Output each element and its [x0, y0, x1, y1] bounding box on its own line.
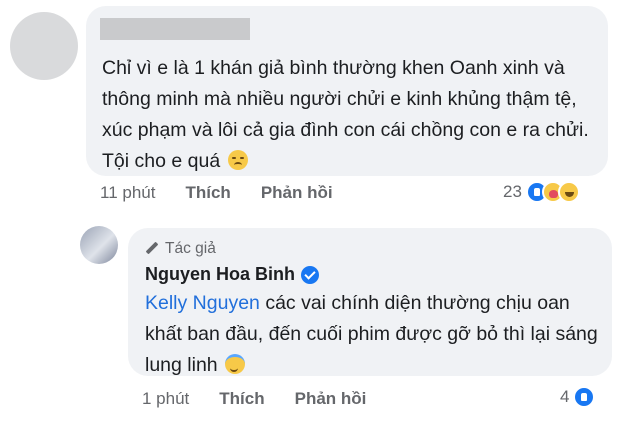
reply-text: Kelly Nguyen các vai chính diện thường c… — [145, 288, 607, 381]
author-badge-label: Tác giả — [165, 240, 216, 257]
author-badge: Tác giả — [145, 240, 216, 258]
author-avatar[interactable] — [80, 226, 118, 264]
comment-reactions[interactable]: 23 — [503, 181, 580, 203]
reply-author-link[interactable]: Nguyen Hoa Binh — [145, 264, 295, 285]
redacted-author-name — [100, 18, 250, 40]
commenter-avatar[interactable] — [10, 12, 78, 80]
halo-face-emoji-icon — [225, 354, 246, 374]
verified-badge-icon — [301, 265, 320, 284]
sad-face-emoji-icon — [227, 150, 248, 170]
comment-timestamp[interactable]: 11 phút — [100, 183, 155, 203]
reply-button[interactable]: Phản hồi — [261, 183, 333, 203]
mention-link[interactable]: Kelly Nguyen — [145, 292, 260, 314]
haha-icon — [557, 181, 580, 203]
reply-bubble: Tác giả Nguyen Hoa Binh Kelly Nguyen các… — [128, 228, 612, 376]
reply-reaction-count: 4 — [560, 387, 570, 406]
reply-actions: 1 phút Thích Phản hồi — [142, 389, 366, 409]
like-icon — [573, 386, 596, 408]
pen-icon — [145, 242, 159, 256]
reaction-count: 23 — [503, 182, 522, 201]
comment-actions: 11 phút Thích Phản hồi — [100, 183, 333, 203]
reply-author-name: Nguyen Hoa Binh — [145, 264, 320, 285]
like-button[interactable]: Thích — [185, 183, 230, 203]
comment-body: Chỉ vì e là 1 khán giả bình thường khen … — [102, 57, 589, 172]
reply-timestamp[interactable]: 1 phút — [142, 389, 189, 409]
reply-reactions[interactable]: 4 — [560, 386, 596, 408]
comment-text: Chỉ vì e là 1 khán giả bình thường khen … — [102, 53, 602, 177]
comment-bubble: Chỉ vì e là 1 khán giả bình thường khen … — [86, 6, 608, 176]
reply-reply-button[interactable]: Phản hồi — [295, 389, 367, 409]
reply-like-button[interactable]: Thích — [219, 389, 264, 409]
